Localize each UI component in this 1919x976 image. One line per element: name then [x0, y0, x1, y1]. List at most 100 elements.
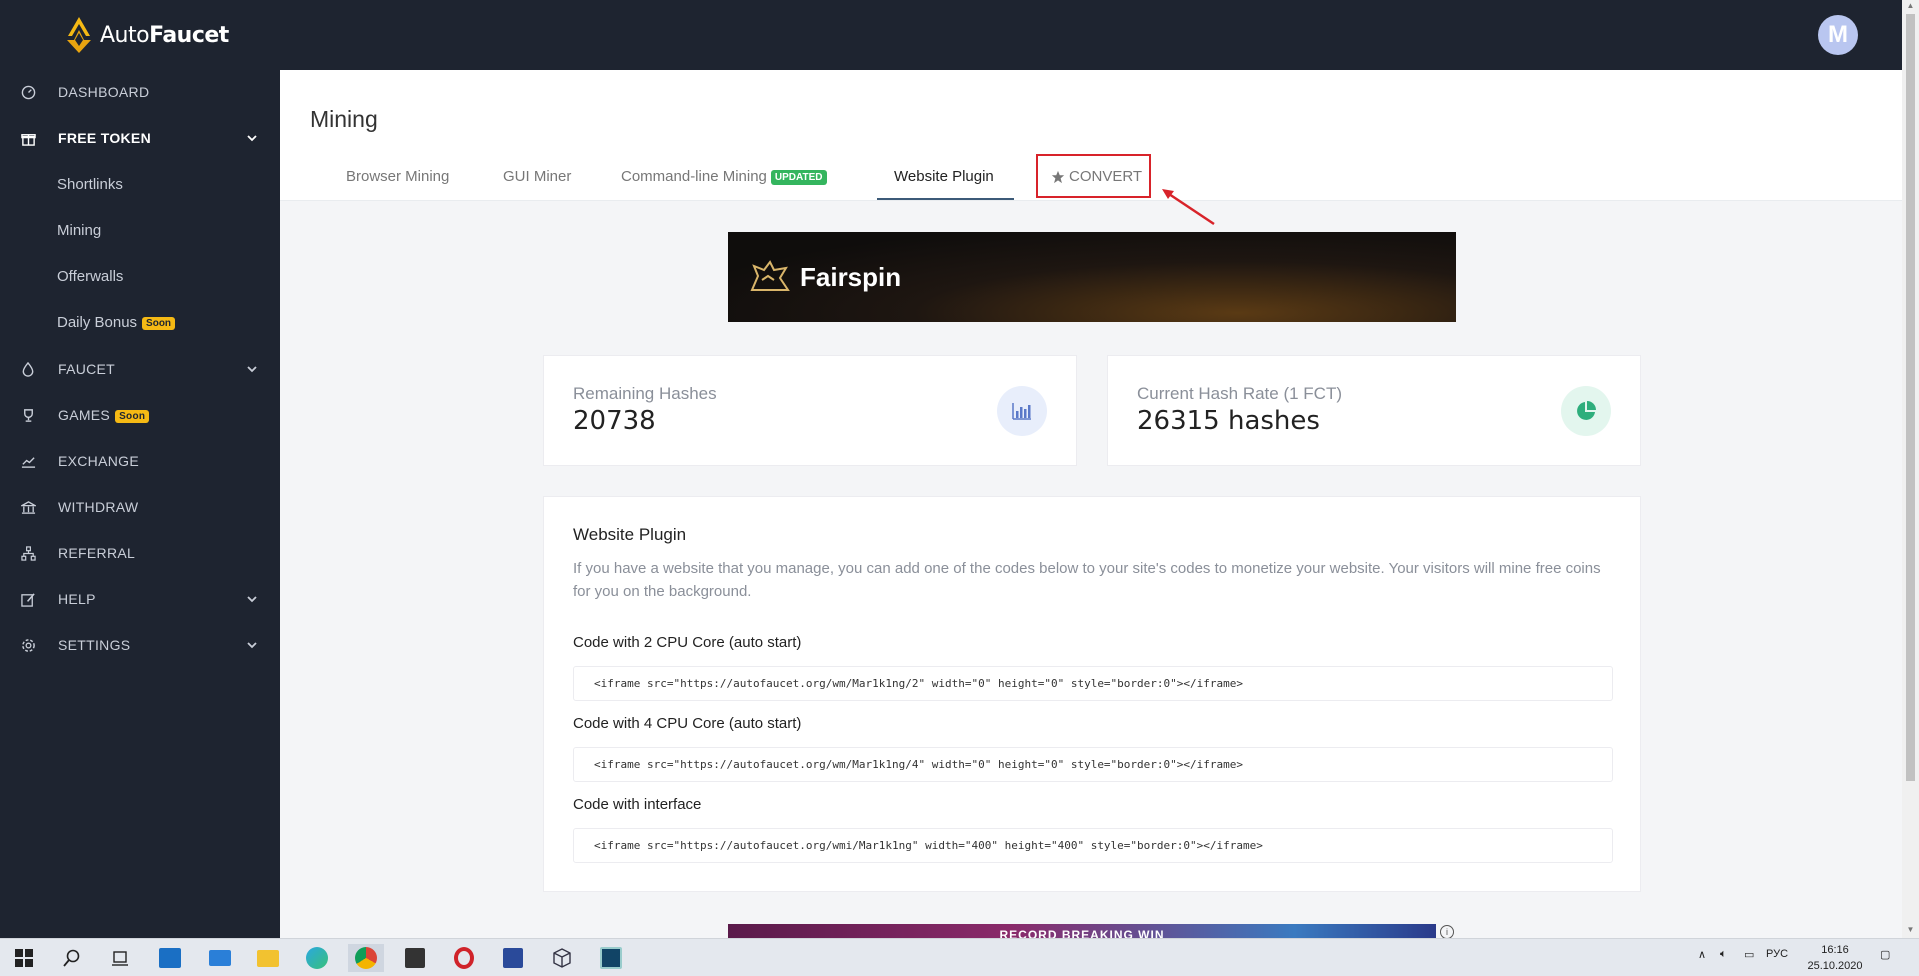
active-tab-indicator [877, 198, 1014, 200]
tab-convert[interactable]: CONVERT [1051, 168, 1142, 185]
tab-label: Command-line Mining [621, 168, 767, 185]
store-icon[interactable] [401, 944, 429, 972]
remaining-hashes-card: Remaining Hashes 20738 [543, 355, 1077, 466]
chevron-down-icon [247, 366, 257, 373]
stat-value: 26315 hashes [1137, 406, 1320, 436]
mail-icon[interactable] [206, 944, 234, 972]
main-content: Mining Browser Mining GUI Miner Command-… [280, 70, 1902, 938]
floppy-save-icon[interactable] [499, 944, 527, 972]
gear-icon [20, 637, 36, 653]
volume-icon[interactable]: 🔈︎ [1720, 948, 1727, 961]
sidebar: DASHBOARD FREE TOKEN Shortlinks Mining O… [0, 70, 280, 938]
brand-prefix: Auto [100, 22, 150, 48]
sidebar-item-withdraw[interactable]: WITHDRAW [0, 487, 280, 527]
star-icon [1051, 170, 1065, 183]
code-label-interface: Code with interface [573, 796, 702, 813]
sidebar-label: HELP [58, 591, 96, 607]
ad-banner-fairspin[interactable]: Fairspin [728, 232, 1456, 322]
lion-logo-icon [750, 260, 790, 291]
tab-website-plugin[interactable]: Website Plugin [894, 168, 994, 185]
sidebar-item-exchange[interactable]: EXCHANGE [0, 441, 280, 481]
ad-text: RECORD BREAKING WIN [999, 928, 1165, 938]
opera-browser-icon[interactable] [450, 944, 478, 972]
sitemap-icon [20, 545, 36, 561]
user-avatar[interactable]: M [1818, 15, 1858, 55]
scroll-down-icon[interactable]: ▼ [1906, 926, 1915, 934]
chevron-down-icon [247, 596, 257, 603]
gift-icon [20, 130, 36, 146]
windows-start-icon[interactable] [10, 944, 38, 972]
sidebar-item-dashboard[interactable]: DASHBOARD [0, 72, 280, 112]
system-clock[interactable]: 16:16 25.10.2020 [1800, 942, 1870, 974]
pie-chart-icon [1561, 386, 1611, 436]
code-field-2-core[interactable]: <iframe src="https://autofaucet.org/wm/M… [573, 666, 1613, 701]
bar-chart-icon [997, 386, 1047, 436]
soon-badge: Soon [115, 409, 150, 423]
file-explorer-icon[interactable] [254, 944, 282, 972]
page-title: Mining [310, 106, 378, 132]
sidebar-item-offerwalls[interactable]: Offerwalls [57, 268, 123, 285]
section-description: If you have a website that you manage, y… [573, 560, 1601, 600]
stat-value: 20738 [573, 406, 656, 436]
sidebar-label: WITHDRAW [58, 499, 139, 515]
annotation-arrow-icon [1162, 189, 1215, 226]
sidebar-item-mining[interactable]: Mining [57, 222, 101, 239]
ad-banner-bottom[interactable]: RECORD BREAKING WIN [728, 924, 1436, 938]
brand-suffix: Faucet [149, 22, 229, 48]
droplet-icon [20, 361, 36, 377]
tab-gui-miner[interactable]: GUI Miner [503, 168, 571, 185]
brand-name: AutoFaucet [100, 23, 229, 48]
clock-time: 16:16 [1821, 944, 1849, 956]
code-field-interface[interactable]: <iframe src="https://autofaucet.org/wmi/… [573, 828, 1613, 863]
3d-box-icon[interactable] [548, 944, 576, 972]
stat-label: Remaining Hashes [573, 384, 717, 403]
scroll-up-icon[interactable]: ▲ [1906, 2, 1915, 10]
language-indicator[interactable]: РУС [1766, 948, 1788, 960]
chart-line-icon [20, 453, 36, 469]
sidebar-label-wrap: GAMES Soon [58, 407, 150, 423]
notifications-icon[interactable]: ▢ [1880, 948, 1890, 961]
tab-label: CONVERT [1069, 168, 1143, 185]
page-scrollbar[interactable]: ▲ ▼ [1902, 0, 1919, 938]
windows-taskbar: ∧ 🔈︎ ▭ РУС 16:16 25.10.2020 ▢ [0, 938, 1919, 976]
section-title: Website Plugin [573, 525, 687, 544]
sidebar-label: FAUCET [58, 361, 116, 377]
tab-browser-mining[interactable]: Browser Mining [346, 168, 449, 185]
sidebar-item-help[interactable]: HELP [0, 579, 280, 619]
sidebar-label: SETTINGS [58, 637, 131, 653]
sidebar-label: GAMES [58, 407, 111, 423]
app-logo[interactable]: AutoFaucet [64, 16, 229, 54]
updated-badge: UPDATED [770, 169, 827, 185]
banner-brand: Fairspin [800, 262, 902, 292]
bank-icon [20, 499, 36, 515]
trophy-icon [20, 407, 36, 423]
sidebar-item-free-token[interactable]: FREE TOKEN [0, 118, 280, 158]
sidebar-item-faucet[interactable]: FAUCET [0, 349, 280, 389]
app-icon-remote[interactable] [156, 944, 184, 972]
sidebar-item-referral[interactable]: REFERRAL [0, 533, 280, 573]
task-view-icon[interactable] [106, 944, 134, 972]
sidebar-item-settings[interactable]: SETTINGS [0, 625, 280, 665]
sidebar-item-shortlinks[interactable]: Shortlinks [57, 176, 123, 193]
sidebar-item-daily-bonus[interactable]: Daily Bonus Soon [57, 314, 176, 331]
code-field-4-core[interactable]: <iframe src="https://autofaucet.org/wm/M… [573, 747, 1613, 782]
ad-info-icon[interactable]: i [1440, 925, 1454, 938]
network-icon[interactable]: ▭ [1744, 948, 1754, 961]
chrome-browser-icon[interactable] [348, 944, 384, 972]
search-icon[interactable] [58, 944, 86, 972]
edge-browser-icon[interactable] [303, 944, 331, 972]
code-label-2-core: Code with 2 CPU Core (auto start) [573, 634, 802, 651]
dashboard-gauge-icon [20, 84, 36, 100]
sidebar-label: EXCHANGE [58, 453, 139, 469]
autofaucet-logo-icon [67, 17, 91, 53]
stat-label: Current Hash Rate (1 FCT) [1137, 384, 1342, 403]
website-plugin-card: Website Plugin If you have a website tha… [543, 496, 1641, 892]
clock-date: 25.10.2020 [1807, 960, 1863, 972]
scroll-thumb[interactable] [1906, 14, 1915, 781]
tray-expand-icon[interactable]: ∧ [1698, 948, 1706, 961]
hash-rate-card: Current Hash Rate (1 FCT) 26315 hashes [1107, 355, 1641, 466]
chevron-down-icon [247, 642, 257, 649]
app-icon-terminal[interactable] [597, 944, 625, 972]
tab-command-line-mining[interactable]: Command-line Mining UPDATED [621, 168, 827, 185]
sidebar-item-games[interactable]: GAMES Soon [0, 395, 280, 435]
